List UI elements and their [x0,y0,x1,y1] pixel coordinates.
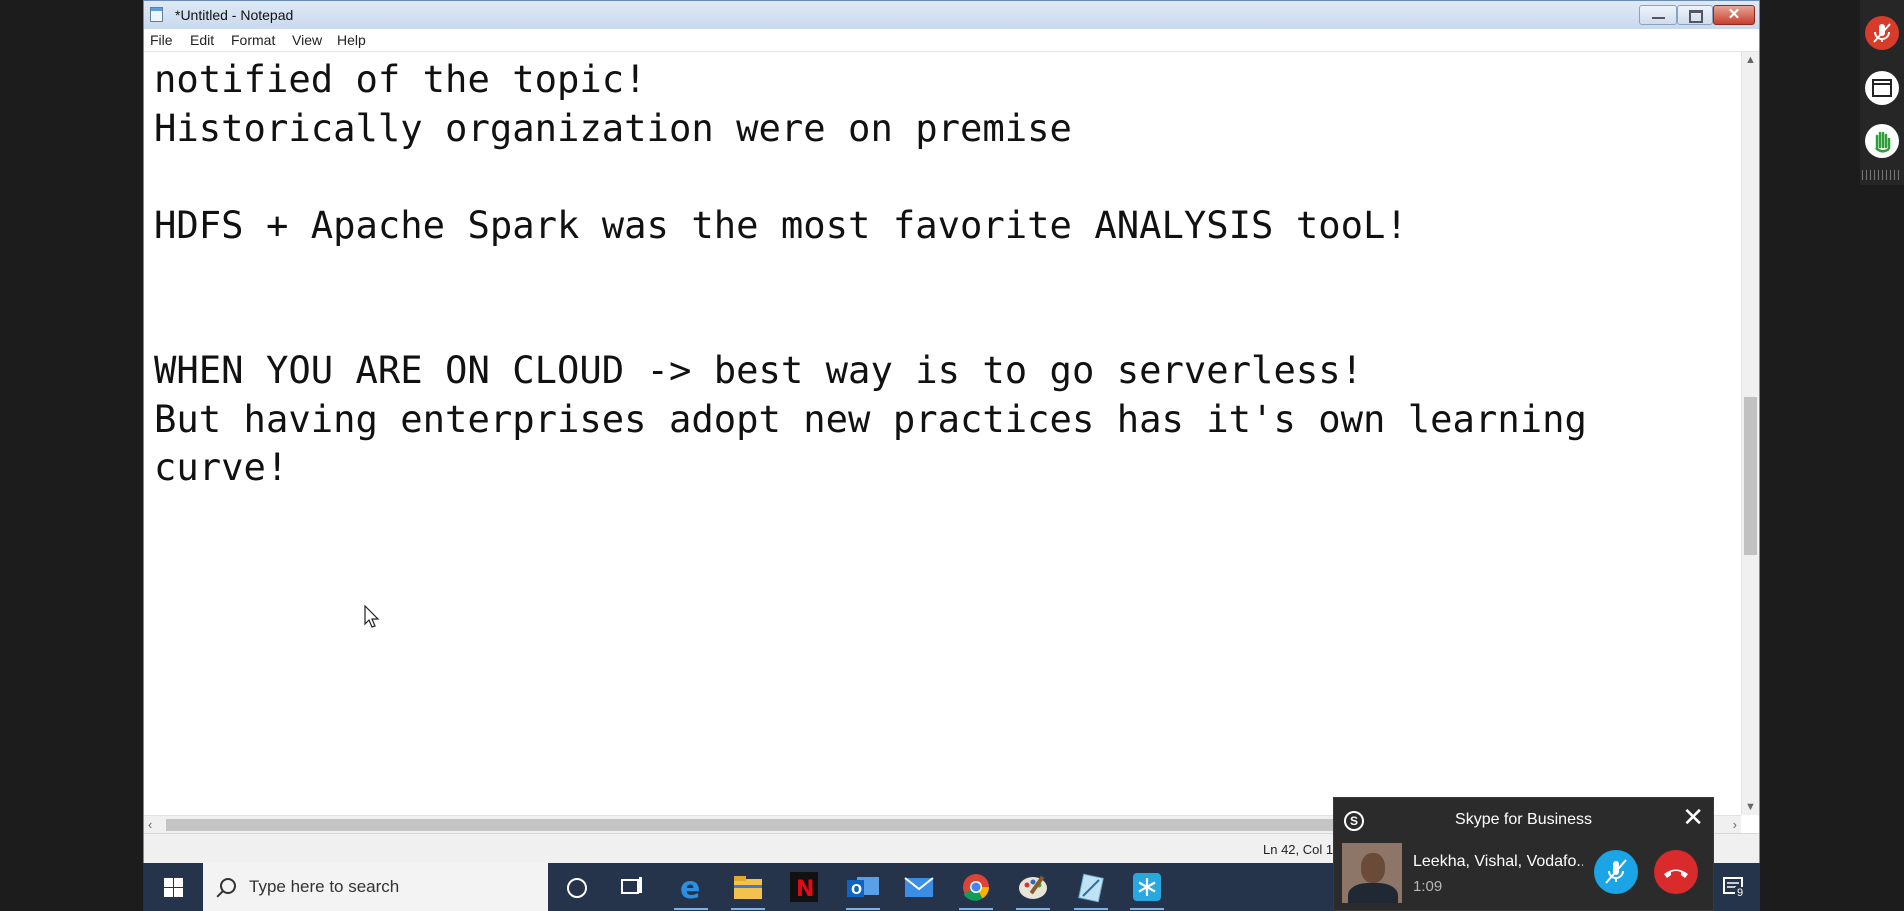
scroll-up-arrow-icon[interactable]: ▲ [1745,54,1756,66]
title-bar[interactable]: *Untitled - Notepad ✕ [144,1,1759,30]
outlook-icon[interactable]: O [840,869,886,910]
editor-line: But having enterprises adopt new practic… [154,396,1587,441]
edge-icon[interactable]: e [668,869,714,910]
minimize-button[interactable] [1639,5,1677,25]
window-title: *Untitled - Notepad [175,7,294,23]
raise-hand-icon[interactable] [1865,124,1899,158]
search-icon [220,878,236,894]
horizontal-scroll-thumb[interactable] [166,819,1346,831]
notepad-app-icon[interactable] [150,7,163,22]
window-view-icon[interactable] [1865,71,1899,105]
notification-count: 9 [1735,887,1746,899]
task-view-icon[interactable] [609,869,655,905]
editor-line: Historically organization were on premis… [154,105,1072,150]
vertical-scrollbar[interactable]: ▲ ▼ [1741,52,1759,815]
editor-content[interactable]: notified of the topic! Historically orga… [154,55,1587,492]
editor-line: HDFS + Apache Spark was the most favorit… [154,202,1408,247]
svg-text:N: N [796,877,814,902]
mail-icon[interactable] [896,869,942,905]
editor-line: curve! [154,445,289,489]
chrome-icon[interactable] [953,869,999,910]
svg-text:O: O [851,883,862,898]
taskbar-search-box[interactable]: Type here to search [203,863,548,911]
search-placeholder: Type here to search [249,877,400,896]
cortana-icon[interactable] [553,869,599,905]
scroll-left-arrow-icon[interactable]: ‹ [148,817,152,832]
skype-popup-title: Skype for Business [1455,811,1592,828]
close-icon[interactable]: ✕ [1682,804,1704,830]
notepad-window: *Untitled - Notepad ✕ File Edit Format V… [143,0,1760,864]
close-button[interactable]: ✕ [1713,5,1755,25]
cursor-position: Ln 42, Col 1 [1263,842,1334,857]
caller-name: Leekha, Vishal, Vodafo... [1413,853,1583,870]
menu-edit[interactable]: Edit [190,32,214,48]
mute-button[interactable] [1594,850,1638,894]
snowflake-app-icon[interactable] [1124,869,1170,910]
meeting-side-controls [1860,0,1904,185]
menu-help[interactable]: Help [337,32,366,48]
start-button[interactable] [143,863,203,911]
netflix-icon[interactable]: N [781,869,827,905]
svg-text:e: e [680,871,700,905]
caller-avatar [1342,843,1402,903]
menu-view[interactable]: View [292,32,322,48]
muted-microphone-icon [1605,859,1627,884]
text-editor[interactable]: notified of the topic! Historically orga… [144,52,1741,815]
phone-hangup-icon [1664,869,1688,878]
snipping-tool-icon[interactable] [1068,869,1114,910]
menu-bar: File Edit Format View Help [144,29,1759,52]
desktop-screen: *Untitled - Notepad ✕ File Edit Format V… [0,0,1904,911]
menu-file[interactable]: File [150,32,173,48]
controls-drag-handle[interactable] [1862,170,1902,180]
mouse-cursor-icon [364,605,380,628]
mute-microphone-icon[interactable] [1865,16,1899,50]
restore-button[interactable] [1677,5,1713,25]
file-explorer-icon[interactable] [725,869,771,910]
skype-call-popup: S Skype for Business ✕ Leekha, Vishal, V… [1333,797,1714,911]
scroll-right-arrow-icon[interactable]: › [1733,817,1737,832]
scroll-down-arrow-icon[interactable]: ▼ [1745,801,1756,813]
vertical-scroll-thumb[interactable] [1744,397,1757,555]
menu-format[interactable]: Format [231,32,275,48]
notification-center-icon[interactable]: 9 [1716,869,1752,905]
editor-line: WHEN YOU ARE ON CLOUD -> best way is to … [154,348,1363,392]
paint-icon[interactable] [1010,869,1056,910]
call-duration: 1:09 [1413,878,1443,895]
hang-up-button[interactable] [1654,850,1698,894]
editor-line: notified of the topic! [154,57,647,101]
